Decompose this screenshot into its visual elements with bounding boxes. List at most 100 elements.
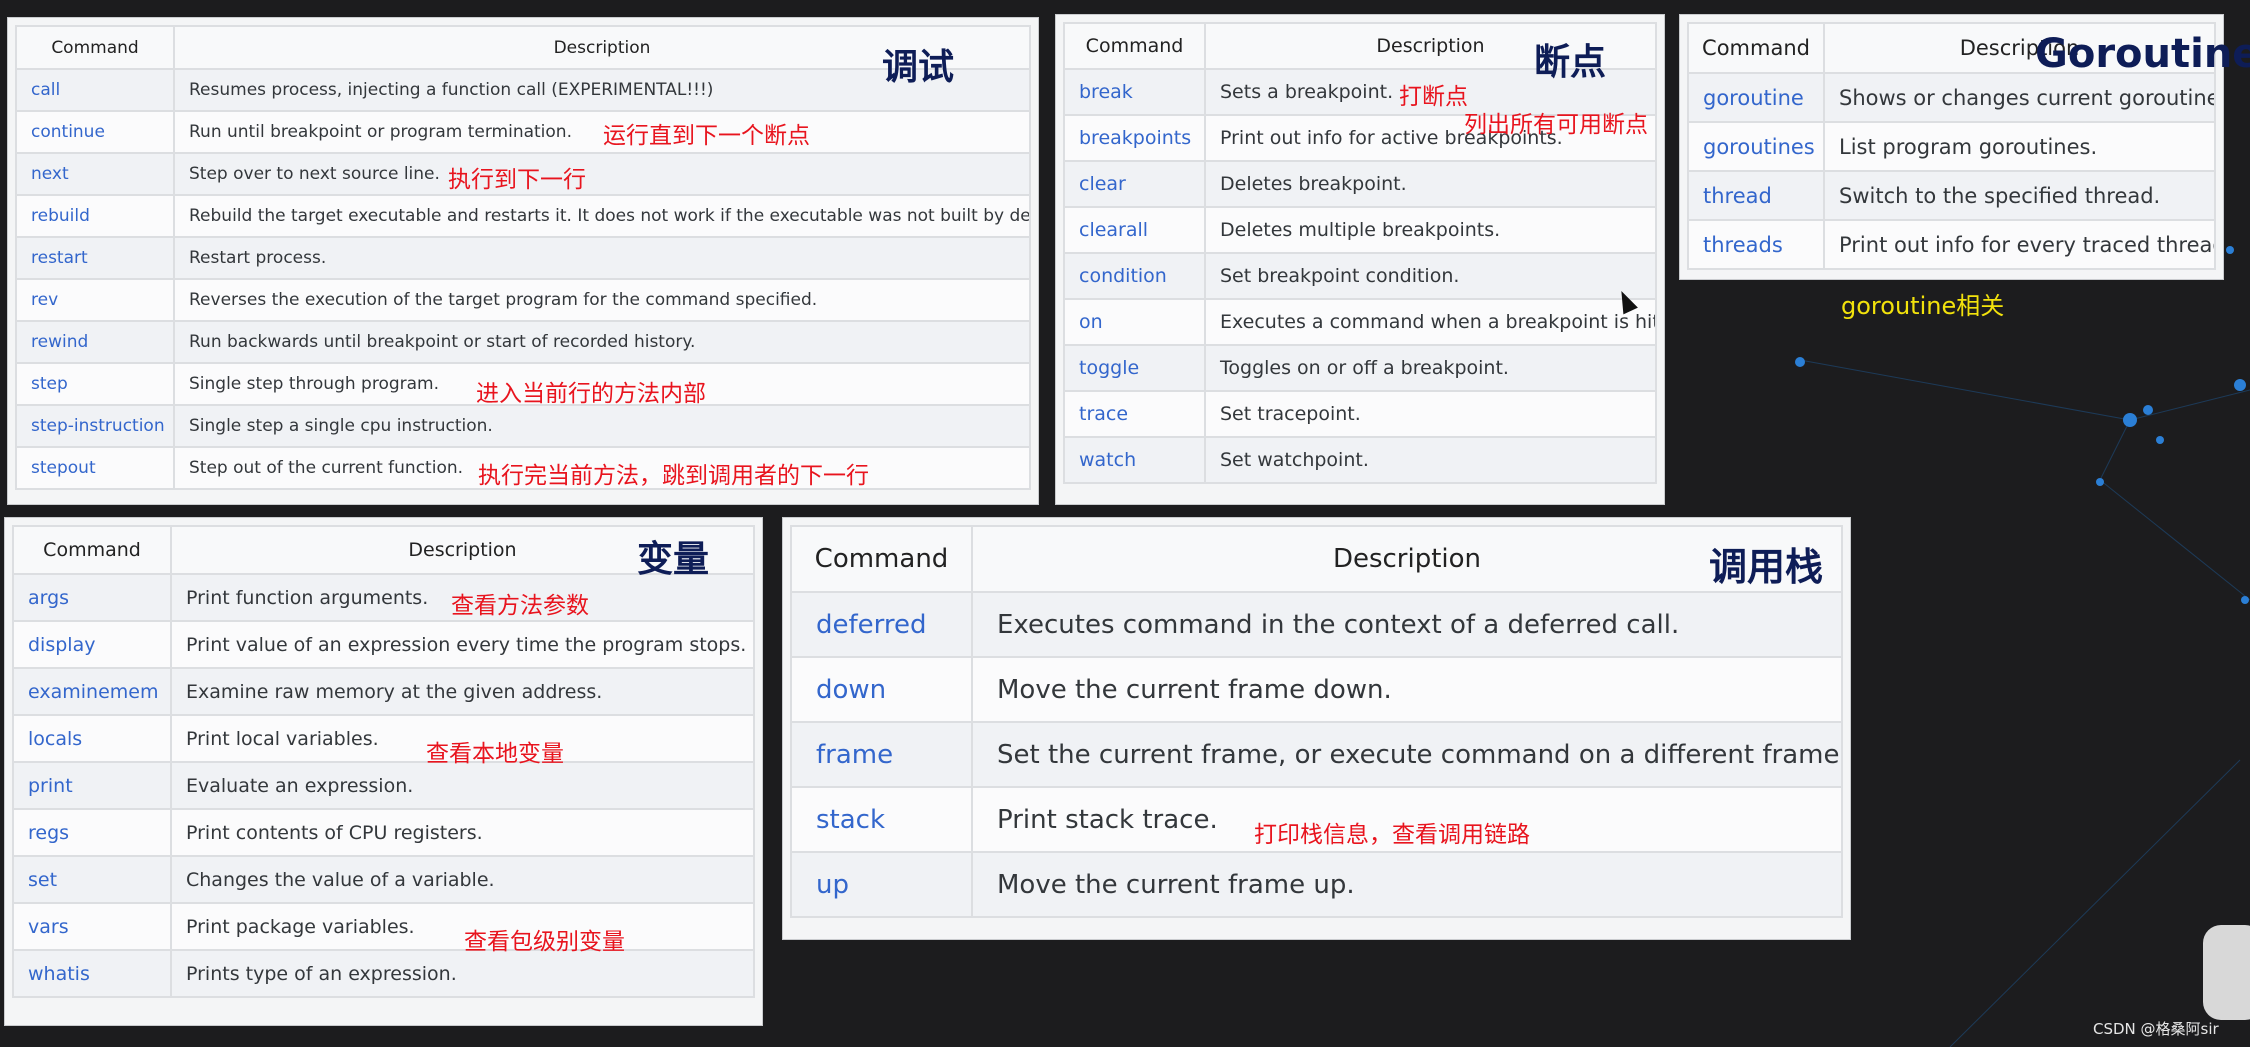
command-link-condition[interactable]: condition [1063,252,1206,300]
command-link-call[interactable]: call [15,68,175,112]
command-link-rewind[interactable]: rewind [15,320,175,364]
table-row: whatis Prints type of an expression. [12,949,755,998]
command-table-panel: Command Description deferred Executes co… [782,517,1851,940]
command-link-vars[interactable]: vars [12,902,172,951]
command-link-threads[interactable]: threads [1687,219,1825,270]
command-table-panel: Command Description break Sets a breakpo… [1055,14,1665,505]
command-description: Set breakpoint condition. [1204,252,1657,300]
header-command: Command [1687,22,1825,74]
table-row: deferred Executes command in the context… [790,591,1843,658]
command-description: Evaluate an expression. [170,761,755,810]
command-link-toggle[interactable]: toggle [1063,344,1206,392]
command-link-step[interactable]: step [15,362,175,406]
annotation-locals: 查看本地变量 [426,741,564,767]
command-description: Toggles on or off a breakpoint. [1204,344,1657,392]
command-link-continue[interactable]: continue [15,110,175,154]
command-link-clear[interactable]: clear [1063,160,1206,208]
command-description: Print contents of CPU registers. [170,808,755,857]
command-description: Print out info for every traced thread. [1823,219,2216,270]
command-description: Move the current frame up. [971,851,1843,918]
command-table-panel: Command Description args Print function … [4,517,763,1026]
header-command: Command [15,25,175,70]
command-link-stack[interactable]: stack [790,786,973,853]
command-link-regs[interactable]: regs [12,808,172,857]
table-row: rebuild Rebuild the target executable an… [15,194,1031,238]
table-row: toggle Toggles on or off a breakpoint. [1063,344,1657,392]
table-row: frame Set the current frame, or execute … [790,721,1843,788]
command-link-print[interactable]: print [12,761,172,810]
command-description: Set the current frame, or execute comman… [971,721,1843,788]
command-link-examinemem[interactable]: examinemem [12,667,172,716]
table-row: clearall Deletes multiple breakpoints. [1063,206,1657,254]
command-link-trace[interactable]: trace [1063,390,1206,438]
annotation-stepout: 执行完当前方法，跳到调用者的下一行 [478,463,869,489]
command-description: Run backwards until breakpoint or start … [173,320,1031,364]
command-table: Command Description args Print function … [12,525,755,998]
command-link-rev[interactable]: rev [15,278,175,322]
command-description: Rebuild the target executable and restar… [173,194,1031,238]
command-link-on[interactable]: on [1063,298,1206,346]
command-description: Deletes multiple breakpoints. [1204,206,1657,254]
table-row: thread Switch to the specified thread. [1687,170,2216,221]
command-description: Switch to the specified thread. [1823,170,2216,221]
command-link-display[interactable]: display [12,620,172,669]
command-link-up[interactable]: up [790,851,973,918]
section-title: 调用栈 [1709,545,1824,589]
command-description: Changes the value of a variable. [170,855,755,904]
section-title: 断点 [1534,42,1607,83]
command-link-frame[interactable]: frame [790,721,973,788]
table-row: regs Print contents of CPU registers. [12,808,755,857]
table-row: continue Run until breakpoint or program… [15,110,1031,154]
command-link-whatis[interactable]: whatis [12,949,172,998]
annotation-step: 进入当前行的方法内部 [476,381,706,407]
command-link-next[interactable]: next [15,152,175,196]
command-link-break[interactable]: break [1063,68,1206,116]
command-description: Examine raw memory at the given address. [170,667,755,716]
annotation-args: 查看方法参数 [451,593,589,619]
command-link-clearall[interactable]: clearall [1063,206,1206,254]
table-row: rewind Run backwards until breakpoint or… [15,320,1031,364]
command-table: Command Description break Sets a breakpo… [1063,22,1657,484]
annotation-goroutine: goroutine相关 [1841,292,2005,320]
table-row: on Executes a command when a breakpoint … [1063,298,1657,346]
floating-assistant-icon[interactable] [2203,925,2250,1020]
command-description: Set tracepoint. [1204,390,1657,438]
command-description: Deletes breakpoint. [1204,160,1657,208]
command-link-step-instruction[interactable]: step-instruction [15,404,175,448]
command-link-args[interactable]: args [12,573,172,622]
command-link-watch[interactable]: watch [1063,436,1206,484]
watermark: CSDN @格桑阿sir [2093,1020,2219,1038]
command-description: Set watchpoint. [1204,436,1657,484]
table-row: restart Restart process. [15,236,1031,280]
command-link-down[interactable]: down [790,656,973,723]
command-link-rebuild[interactable]: rebuild [15,194,175,238]
command-link-stepout[interactable]: stepout [15,446,175,490]
table-row: locals Print local variables. [12,714,755,763]
command-description: Move the current frame down. [971,656,1843,723]
table-row: examinemem Examine raw memory at the giv… [12,667,755,716]
command-link-goroutine[interactable]: goroutine [1687,72,1825,123]
command-description: Executes a command when a breakpoint is … [1204,298,1657,346]
command-link-locals[interactable]: locals [12,714,172,763]
table-row: trace Set tracepoint. [1063,390,1657,438]
command-link-set[interactable]: set [12,855,172,904]
annotation-next: 执行到下一行 [448,167,586,193]
command-link-breakpoints[interactable]: breakpoints [1063,114,1206,162]
command-description: Print package variables. [170,902,755,951]
command-link-goroutines[interactable]: goroutines [1687,121,1825,172]
annotation-breakpoints: 列出所有可用断点 [1464,112,1648,138]
header-command: Command [1063,22,1206,70]
command-link-thread[interactable]: thread [1687,170,1825,221]
table-header-row: Command Description [790,525,1843,593]
command-link-restart[interactable]: restart [15,236,175,280]
command-link-deferred[interactable]: deferred [790,591,973,658]
table-row: call Resumes process, injecting a functi… [15,68,1031,112]
table-row: print Evaluate an expression. [12,761,755,810]
table-row: rev Reverses the execution of the target… [15,278,1031,322]
table-row: watch Set watchpoint. [1063,436,1657,484]
command-table: Command Description deferred Executes co… [790,525,1843,918]
table-row: clear Deletes breakpoint. [1063,160,1657,208]
table-header-row: Command Description [15,25,1031,70]
command-table-panel: Command Description goroutine Shows or c… [1679,14,2250,280]
header-command: Command [790,525,973,593]
